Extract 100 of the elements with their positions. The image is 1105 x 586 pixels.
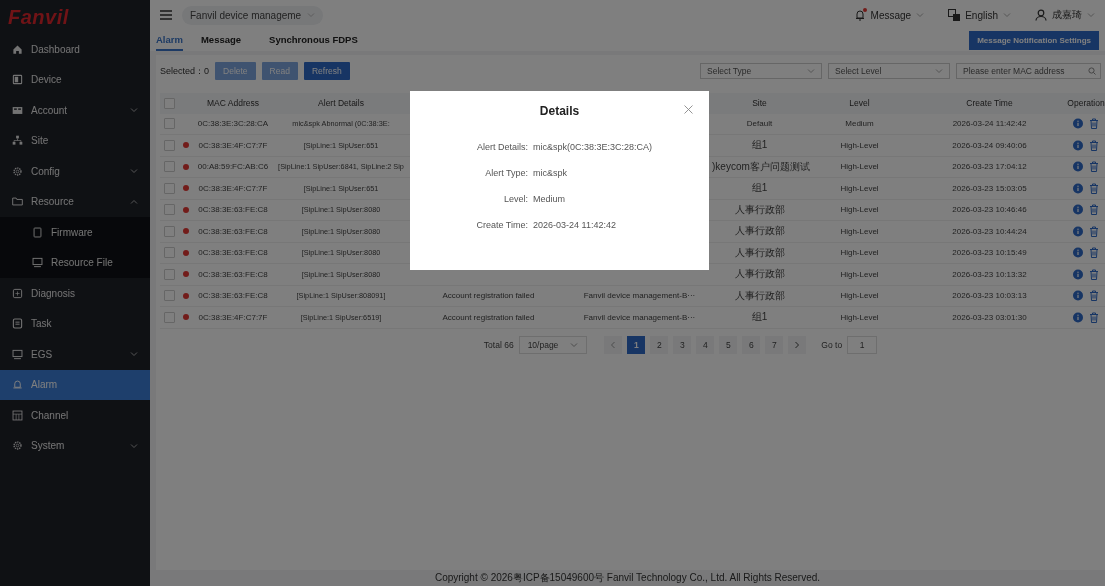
- column-header: Level: [848, 98, 871, 109]
- info-icon[interactable]: [1073, 268, 1083, 280]
- info-icon[interactable]: [1073, 225, 1083, 237]
- tab[interactable]: Synchronous FDPS: [269, 30, 368, 51]
- sidebar-item[interactable]: Dashboard: [0, 34, 150, 65]
- menu-icon[interactable]: [160, 10, 172, 20]
- user-menu[interactable]: 成嘉琦: [1052, 8, 1082, 22]
- table-cell-text: 00:A8:59:FC:AB:C6: [196, 162, 270, 172]
- goto-label: Go to: [821, 339, 843, 350]
- alarm-icon: [12, 379, 23, 391]
- row-checkbox[interactable]: [163, 247, 175, 259]
- sidebar-item[interactable]: Firmware: [0, 217, 150, 248]
- unread-dot: [183, 271, 189, 278]
- level-select[interactable]: Select Level: [828, 63, 950, 79]
- row-checkbox[interactable]: [163, 225, 175, 237]
- delete-icon[interactable]: [1089, 182, 1099, 194]
- table-cell-text: 2026-03-23 10:46:46: [951, 205, 1028, 215]
- info-icon[interactable]: [1073, 118, 1083, 130]
- info-icon[interactable]: [1073, 247, 1083, 259]
- table-cell-text: 人事行政部: [733, 288, 786, 303]
- sidebar-item[interactable]: EGS: [0, 339, 150, 370]
- delete-icon[interactable]: [1089, 118, 1099, 130]
- sidebar-item[interactable]: Config: [0, 156, 150, 187]
- table-cell-text: 0C:38:3E:63:FE:C8: [197, 226, 269, 236]
- project-selector[interactable]: Fanvil device manageme: [182, 5, 324, 25]
- table-cell-text: Account registration failed: [441, 312, 536, 322]
- home-icon: [12, 43, 23, 55]
- page-button[interactable]: 3: [673, 335, 692, 354]
- total-count: Total 66: [483, 339, 514, 350]
- delete-icon[interactable]: [1089, 225, 1099, 237]
- type-select[interactable]: Select Type: [700, 63, 822, 79]
- notification-settings-button[interactable]: Message Notification Settings: [969, 31, 1099, 50]
- copyright-text: Copyright © 2026粤ICP备15049600号 Fanvil Technology Co., Ltd. All Rights Reserved.: [433, 571, 822, 585]
- close-icon[interactable]: [684, 105, 693, 114]
- field-value: Medium: [533, 194, 566, 204]
- sidebar-item[interactable]: Resource: [0, 186, 150, 217]
- table-cell-text: 0C:38:3E:4F:C7:7F: [197, 183, 269, 193]
- delete-icon[interactable]: [1089, 161, 1099, 173]
- tab[interactable]: Alarm: [156, 30, 183, 51]
- column-header: Alert Details: [317, 98, 365, 109]
- page-size-select[interactable]: 10/page: [518, 335, 588, 354]
- page-button[interactable]: 4: [696, 335, 715, 354]
- tab[interactable]: Message: [200, 30, 252, 51]
- sidebar-item[interactable]: Device: [0, 64, 150, 95]
- sidebar-item[interactable]: Alarm: [0, 369, 150, 400]
- row-checkbox[interactable]: [163, 139, 175, 151]
- language-menu[interactable]: English: [965, 9, 998, 21]
- delete-icon[interactable]: [1089, 311, 1099, 323]
- row-checkbox[interactable]: [163, 204, 175, 216]
- table-cell-text: 0C:38:3E:63:FE:C8: [197, 248, 269, 258]
- table-cell-text: 2026-03-23 10:15:49: [951, 248, 1028, 258]
- row-checkbox[interactable]: [163, 161, 175, 173]
- info-icon[interactable]: [1073, 290, 1083, 302]
- row-checkbox[interactable]: [163, 290, 175, 302]
- sidebar-item[interactable]: Account: [0, 95, 150, 126]
- table-cell-text: 2026-03-23 15:03:05: [951, 183, 1028, 193]
- sidebar-item[interactable]: Channel: [0, 400, 150, 431]
- row-checkbox[interactable]: [163, 311, 175, 323]
- next-page-button[interactable]: [788, 335, 807, 354]
- delete-icon[interactable]: [1089, 247, 1099, 259]
- delete-icon[interactable]: [1089, 268, 1099, 280]
- page-button[interactable]: 1: [627, 335, 646, 354]
- search-field[interactable]: Please enter MAC address: [956, 63, 1101, 79]
- search-icon[interactable]: [1088, 67, 1096, 75]
- row-checkbox[interactable]: [163, 182, 175, 194]
- id-card-icon: [12, 104, 23, 116]
- hierarchy-icon: [12, 135, 23, 147]
- table-cell-text: 2026-03-23 03:01:30: [951, 312, 1028, 322]
- row-checkbox[interactable]: [163, 118, 175, 130]
- action-button[interactable]: Refresh: [303, 62, 350, 80]
- bell-icon[interactable]: [853, 9, 866, 21]
- delete-icon[interactable]: [1089, 204, 1099, 216]
- sidebar-item[interactable]: Site: [0, 125, 150, 156]
- translate-icon: [948, 9, 961, 21]
- page-button[interactable]: 5: [719, 335, 738, 354]
- message-menu[interactable]: Message: [870, 9, 912, 21]
- row-checkbox[interactable]: [163, 268, 175, 280]
- grid-icon: [12, 409, 23, 421]
- goto-field[interactable]: 1: [847, 335, 878, 354]
- page-button[interactable]: 2: [650, 335, 669, 354]
- sidebar-item[interactable]: Resource File: [0, 247, 150, 278]
- table-cell-text: 组1: [750, 138, 769, 153]
- delete-icon[interactable]: [1089, 139, 1099, 151]
- page-button[interactable]: 6: [742, 335, 761, 354]
- selected-count: Selected：0: [160, 64, 210, 78]
- info-icon[interactable]: [1073, 311, 1083, 323]
- column-header: MAC Address: [206, 98, 260, 109]
- table-cell-text: High-Level: [839, 226, 880, 236]
- info-icon[interactable]: [1073, 139, 1083, 151]
- sidebar-item[interactable]: System: [0, 430, 150, 461]
- table-cell-text: 0C:38:3E:63:FE:C8: [197, 205, 269, 215]
- field-value: mic&spk(0C:38:3E:3C:28:CA): [533, 142, 654, 152]
- info-icon[interactable]: [1073, 182, 1083, 194]
- info-icon[interactable]: [1073, 204, 1083, 216]
- delete-icon[interactable]: [1089, 290, 1099, 302]
- select-all-checkbox[interactable]: [163, 97, 175, 109]
- sidebar-item[interactable]: Task: [0, 308, 150, 339]
- sidebar-item[interactable]: Diagnosis: [0, 278, 150, 309]
- info-icon[interactable]: [1073, 161, 1083, 173]
- page-button[interactable]: 7: [765, 335, 784, 354]
